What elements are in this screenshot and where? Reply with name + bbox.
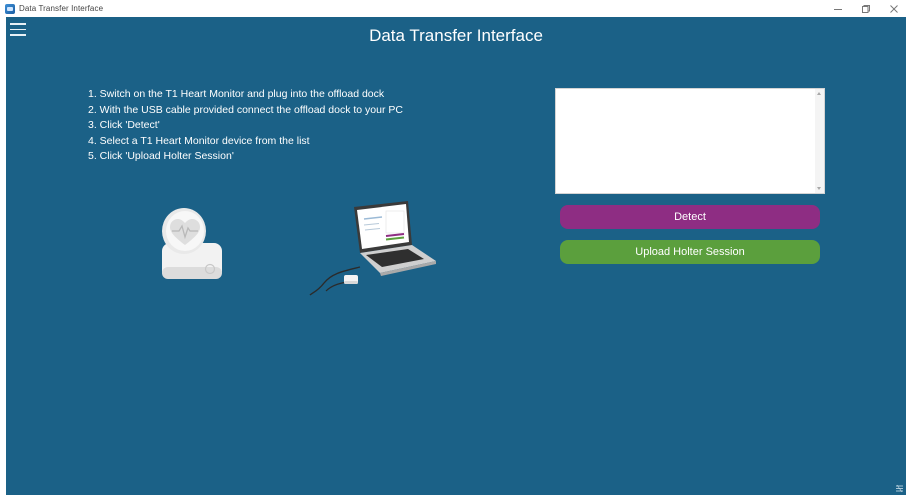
scroll-up-icon[interactable] — [817, 92, 821, 95]
laptop-with-dock-illustration — [309, 201, 436, 296]
resize-grip-icon[interactable] — [895, 484, 904, 493]
heart-monitor-device-illustration — [162, 208, 222, 279]
instruction-step: 2. With the USB cable provided connect t… — [88, 103, 403, 116]
page-title: Data Transfer Interface — [369, 26, 543, 45]
window-controls — [824, 0, 908, 17]
detect-button[interactable]: Detect — [560, 205, 820, 229]
minimize-icon — [834, 8, 842, 10]
close-icon — [890, 4, 898, 13]
app-icon — [5, 3, 15, 14]
instruction-step: 4. Select a T1 Heart Monitor device from… — [88, 134, 310, 147]
output-scrollbar[interactable] — [815, 89, 824, 193]
instructions-list: 1. Switch on the T1 Heart Monitor and pl… — [88, 87, 403, 165]
window-title: Data Transfer Interface — [19, 4, 104, 13]
instruction-step: 1. Switch on the T1 Heart Monitor and pl… — [88, 88, 385, 100]
device-list-output[interactable] — [555, 88, 825, 194]
close-button[interactable] — [880, 0, 908, 17]
restore-icon — [862, 4, 870, 13]
upload-holter-session-button[interactable]: Upload Holter Session — [560, 240, 820, 264]
output-text — [556, 89, 824, 97]
window-titlebar: Data Transfer Interface — [0, 0, 908, 17]
instruction-step: 3. Click 'Detect' — [88, 119, 160, 131]
scroll-down-icon[interactable] — [817, 187, 821, 190]
instruction-step: 5. Click 'Upload Holter Session' — [88, 150, 234, 162]
restore-button[interactable] — [852, 0, 880, 17]
minimize-button[interactable] — [824, 0, 852, 17]
app-main: Data Transfer Interface 1. Switch on the… — [6, 17, 906, 495]
